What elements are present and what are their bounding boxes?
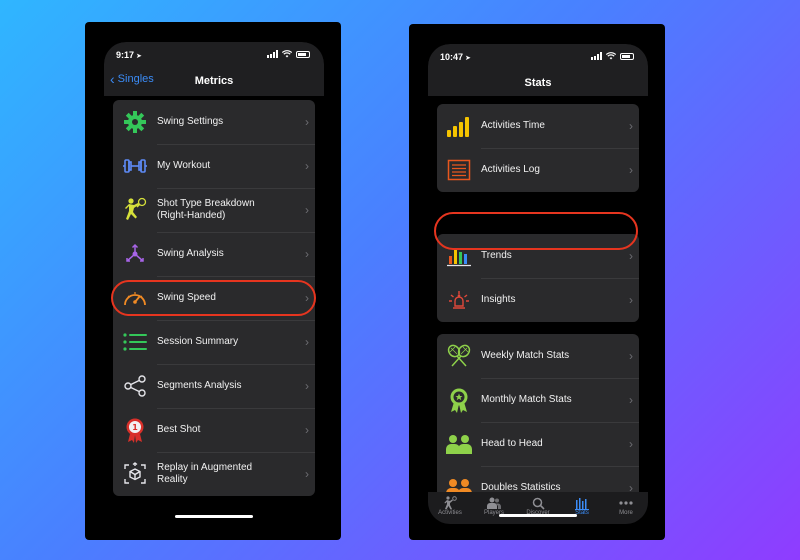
- item-label: Head to Head: [481, 438, 543, 449]
- chevron-right-icon: ›: [305, 467, 309, 481]
- tab-label: Stats: [575, 510, 589, 516]
- analysis-icon: [113, 232, 157, 276]
- tab-bar: Activities Players Discover Stats More: [428, 492, 648, 524]
- list-item-swing-settings[interactable]: Swing Settings ›: [113, 100, 315, 144]
- item-label: Trends: [481, 250, 512, 261]
- list-item-weekly-match-stats[interactable]: Weekly Match Stats ›: [437, 334, 639, 378]
- item-label: Swing Analysis: [157, 248, 224, 259]
- page-title: Metrics: [194, 75, 234, 87]
- item-label: Activities Log: [481, 164, 540, 175]
- chevron-right-icon: ›: [305, 203, 309, 217]
- nav-header: 9:17 ➤ ‹ Singles Metrics: [104, 42, 324, 96]
- chevron-right-icon: ›: [305, 379, 309, 393]
- wifi-icon: [282, 50, 292, 58]
- list-item-replay-ar[interactable]: Replay in Augmented Reality ›: [113, 452, 315, 496]
- chevron-right-icon: ›: [305, 115, 309, 129]
- tab-discover[interactable]: Discover: [516, 492, 560, 524]
- highlight-trends: [434, 212, 638, 250]
- list-item-shot-type-breakdown[interactable]: Shot Type Breakdown (Right-Handed) ›: [113, 188, 315, 232]
- highlight-swing-speed: [111, 280, 316, 316]
- list-item-monthly-match-stats[interactable]: Monthly Match Stats ›: [437, 378, 639, 422]
- chevron-right-icon: ›: [629, 437, 633, 451]
- head-to-head-icon: [437, 422, 481, 466]
- list-item-activities-time[interactable]: Activities Time ›: [437, 104, 639, 148]
- stats-icon: [575, 496, 589, 510]
- list-item-session-summary[interactable]: Session Summary ›: [113, 320, 315, 364]
- more-icon: [619, 496, 633, 510]
- item-label: Monthly Match Stats: [481, 394, 572, 405]
- chevron-right-icon: ›: [305, 423, 309, 437]
- tab-players[interactable]: Players: [472, 492, 516, 524]
- status-bar: 10:47 ➤: [428, 44, 648, 68]
- page-title: Stats: [524, 77, 552, 89]
- list-item-insights[interactable]: Insights ›: [437, 278, 639, 322]
- battery-icon: [296, 50, 310, 58]
- list-item-head-to-head[interactable]: Head to Head ›: [437, 422, 639, 466]
- signal-icon: [591, 52, 602, 60]
- rackets-icon: [437, 334, 481, 378]
- tab-activities[interactable]: Activities: [428, 492, 472, 524]
- location-icon: ➤: [136, 53, 142, 60]
- home-indicator: [499, 514, 577, 517]
- home-indicator: [175, 515, 253, 518]
- ar-cube-icon: [113, 452, 157, 496]
- chevron-right-icon: ›: [629, 163, 633, 177]
- status-bar: 9:17 ➤: [104, 42, 324, 66]
- list-item-activities-log[interactable]: Activities Log ›: [437, 148, 639, 192]
- item-label: Segments Analysis: [157, 380, 242, 391]
- chevron-right-icon: ›: [629, 119, 633, 133]
- tab-more[interactable]: More: [604, 492, 648, 524]
- nav-header: 10:47 ➤ Stats: [428, 44, 648, 96]
- chevron-right-icon: ›: [629, 293, 633, 307]
- signal-icon: [267, 50, 278, 58]
- log-icon: [437, 148, 481, 192]
- chevron-right-icon: ›: [629, 249, 633, 263]
- player-icon: [113, 188, 157, 232]
- chevron-right-icon: ›: [629, 349, 633, 363]
- stats-screen: 10:47 ➤ Stats Activities Time › Activiti…: [428, 44, 648, 524]
- status-time: 10:47: [440, 52, 464, 62]
- chevron-right-icon: ›: [629, 393, 633, 407]
- list-item-best-shot[interactable]: 1 Best Shot ›: [113, 408, 315, 452]
- item-label: My Workout: [157, 160, 211, 171]
- tab-stats[interactable]: Stats: [560, 492, 604, 524]
- share-nodes-icon: [113, 364, 157, 408]
- search-icon: [532, 496, 545, 510]
- tab-label: Activities: [438, 510, 462, 516]
- chevron-right-icon: ›: [305, 335, 309, 349]
- gear-icon: [113, 100, 157, 144]
- list-item-swing-analysis[interactable]: Swing Analysis ›: [113, 232, 315, 276]
- medal-icon: 1: [113, 408, 157, 452]
- item-label: Session Summary: [157, 336, 239, 347]
- item-label: Swing Settings: [157, 116, 224, 127]
- item-label: Best Shot: [157, 424, 201, 435]
- chevron-right-icon: ›: [305, 247, 309, 261]
- item-label: Replay in Augmented Reality: [157, 462, 253, 485]
- battery-icon: [620, 52, 634, 60]
- tab-label: More: [619, 510, 633, 516]
- svg-text:1: 1: [132, 423, 138, 432]
- list-icon: [113, 320, 157, 364]
- bar-chart-icon: [437, 104, 481, 148]
- chevron-right-icon: ›: [305, 159, 309, 173]
- location-icon: ➤: [465, 55, 471, 62]
- item-label: Activities Time: [481, 120, 545, 131]
- list-item-my-workout[interactable]: My Workout ›: [113, 144, 315, 188]
- activities-icon: [443, 496, 457, 510]
- dumbbell-icon: [113, 144, 157, 188]
- status-time: 9:17: [116, 50, 135, 60]
- stats-group-activities: Activities Time › Activities Log ›: [437, 104, 639, 192]
- players-icon: [486, 496, 502, 510]
- stats-group-matches: Weekly Match Stats › Monthly Match Stats…: [437, 334, 639, 502]
- item-label: Insights: [481, 294, 516, 305]
- list-item-segments-analysis[interactable]: Segments Analysis ›: [113, 364, 315, 408]
- award-icon: [437, 378, 481, 422]
- item-label: Shot Type Breakdown (Right-Handed): [157, 198, 255, 221]
- wifi-icon: [606, 52, 616, 60]
- insights-icon: [437, 278, 481, 322]
- phone-stats: 10:47 ➤ Stats Activities Time › Activiti…: [409, 24, 665, 540]
- item-label: Weekly Match Stats: [481, 350, 570, 361]
